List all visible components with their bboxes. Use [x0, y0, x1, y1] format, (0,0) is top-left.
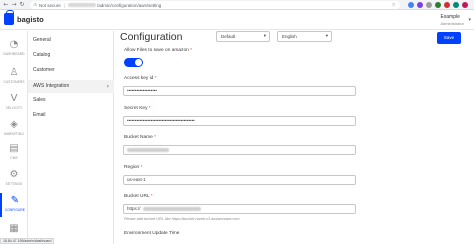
bucket-url-field[interactable]: https:// — [123, 204, 356, 214]
access-key-value: ••••••••••••••••••• — [127, 88, 157, 93]
nav-item-label: VELOCITY — [5, 106, 23, 110]
more-icon: ▦ — [9, 223, 19, 234]
user-name: Example — [440, 14, 460, 20]
extension-icon-green[interactable] — [435, 2, 441, 8]
bucket-url-help: Please add bucket URL like https://bucke… — [124, 217, 240, 221]
locale-select[interactable]: English ▾ — [277, 31, 332, 42]
security-label: Not secure — [39, 2, 61, 8]
bucket-name-label: Bucket Name * — [124, 135, 157, 140]
submenu-item-sales[interactable]: Sales — [28, 94, 114, 107]
extension-icon-purple[interactable] — [417, 2, 423, 8]
nav-item-label: CMS — [10, 156, 18, 160]
bucket-url-prefix: https:// — [127, 206, 141, 211]
submenu-item-email[interactable]: Email — [28, 109, 114, 122]
env-update-label: Environment Update Time — [124, 231, 180, 236]
user-role: Administrator — [440, 21, 464, 26]
gauge-icon: ◔ — [9, 39, 19, 50]
toggle-knob — [135, 59, 142, 66]
primary-nav: ◔ DASHBOARD ♙ CUSTOMERS V VELOCITY ◈ MARKETING ▤… — [0, 31, 28, 244]
submenu-item-label: Customer — [33, 67, 55, 73]
nav-item-label: CUSTOMERS — [3, 80, 25, 84]
bucket-url-label: Bucket URL * — [124, 194, 153, 199]
nav-item-dashboard[interactable]: ◔ DASHBOARD — [0, 37, 28, 61]
status-bar-url: 18.84.47.195/admin/dashboard — [0, 238, 55, 244]
user-menu[interactable]: Example Administrator ▾ — [440, 14, 471, 26]
required-mark: * — [154, 76, 157, 81]
required-mark: * — [148, 106, 151, 111]
back-icon[interactable]: ← — [2, 1, 10, 8]
submenu-item-aws-integration[interactable]: AWS Integration › — [28, 80, 114, 93]
warning-icon: ⚠ — [33, 2, 38, 8]
reload-icon[interactable]: ↻ — [18, 1, 26, 8]
save-button[interactable]: Save — [437, 32, 461, 44]
nav-item-label: CONFIGURE — [4, 208, 26, 212]
submenu-item-label: General — [33, 37, 51, 43]
bookmark-star-icon[interactable]: ☆ — [392, 2, 396, 8]
nav-item-customers[interactable]: ♙ CUSTOMERS — [0, 65, 28, 89]
logo[interactable]: bagisto — [4, 10, 44, 25]
required-mark: * — [150, 194, 153, 199]
forward-icon[interactable]: → — [10, 1, 18, 8]
required-mark: * — [190, 48, 193, 53]
region-field[interactable]: us-east-1 — [123, 175, 356, 185]
secret-key-label: Secret Key * — [124, 106, 151, 111]
allow-files-toggle[interactable] — [124, 58, 143, 67]
address-bar[interactable]: ⚠ Not secure | /admin/configuration/aws/… — [30, 1, 400, 9]
profile-avatar-icon[interactable] — [462, 2, 468, 8]
nav-item-label: DASHBOARD — [3, 52, 25, 56]
submenu-item-customer[interactable]: Customer — [28, 64, 114, 77]
users-icon: ♙ — [9, 67, 19, 78]
redacted-host — [67, 3, 96, 7]
bucket-name-field[interactable] — [123, 145, 356, 155]
nav-item-velocity[interactable]: V VELOCITY — [0, 91, 28, 115]
chevron-down-icon: ▾ — [263, 34, 266, 39]
page-title: Configuration — [120, 31, 183, 43]
configuration-submenu: General Catalog Customer AWS Integration › Sa… — [28, 31, 114, 244]
redacted-bucket-name — [127, 147, 169, 152]
locale-select-value: English — [282, 34, 297, 39]
page-icon: ▤ — [9, 143, 19, 154]
extension-icon-teal[interactable] — [453, 2, 459, 8]
submenu-item-catalog[interactable]: Catalog — [28, 49, 114, 62]
nav-item-label: MARKETING — [4, 132, 24, 136]
submenu-item-label: AWS Integration — [33, 83, 70, 89]
nav-item-cms[interactable]: ▤ CMS — [0, 141, 28, 165]
main-content: Configuration Default ▾ English ▾ Save A… — [114, 31, 474, 244]
extension-icon-red[interactable] — [444, 2, 450, 8]
wrench-icon: ✎ — [10, 195, 20, 206]
google-icon[interactable] — [408, 2, 414, 8]
region-value: us-east-1 — [127, 177, 146, 182]
url-path: /admin/configuration/aws/setting — [96, 2, 162, 8]
secret-key-field[interactable]: ••••••••••••••••••••••••••••••••••••••••… — [123, 116, 356, 126]
browser-toolbar: ← → ↻ ⚠ Not secure | /admin/configuratio… — [0, 0, 474, 10]
bag-logo-icon — [4, 10, 14, 25]
chevron-down-icon: ▾ — [468, 17, 471, 23]
nav-item-marketing[interactable]: ◈ MARKETING — [0, 117, 28, 141]
submenu-item-label: Email — [33, 112, 46, 118]
required-mark: * — [154, 135, 157, 140]
secret-key-value: ••••••••••••••••••••••••••••••••••••••••… — [127, 118, 195, 123]
redacted-bucket-url — [142, 206, 201, 211]
nav-item-configure[interactable]: ✎ CONFIGURE — [0, 193, 28, 217]
submenu-item-label: Sales — [33, 97, 46, 103]
channel-select-value: Default — [221, 34, 236, 39]
submenu-item-label: Catalog — [33, 52, 51, 58]
access-key-label: Access key id * — [124, 76, 157, 81]
allow-files-label: Allow Files to save on amazon * — [124, 48, 193, 53]
megaphone-icon: ◈ — [10, 119, 18, 130]
access-key-field[interactable]: ••••••••••••••••••• — [123, 86, 356, 96]
velocity-icon: V — [10, 93, 18, 104]
region-label: Region * — [124, 165, 143, 170]
app-header: bagisto Example Administrator ▾ — [0, 10, 474, 30]
nav-item-settings[interactable]: ⚙ SETTINGS — [0, 167, 28, 191]
channel-select[interactable]: Default ▾ — [216, 31, 270, 42]
chevron-right-icon: › — [106, 83, 109, 90]
submenu-item-general[interactable]: General — [28, 34, 114, 47]
chevron-down-icon: ▾ — [325, 34, 328, 39]
extension-icon-gray[interactable] — [426, 2, 432, 8]
logo-text: bagisto — [17, 14, 44, 24]
required-mark: * — [140, 165, 143, 170]
gear-icon: ⚙ — [9, 169, 19, 180]
nav-item-label: SETTINGS — [5, 182, 23, 186]
